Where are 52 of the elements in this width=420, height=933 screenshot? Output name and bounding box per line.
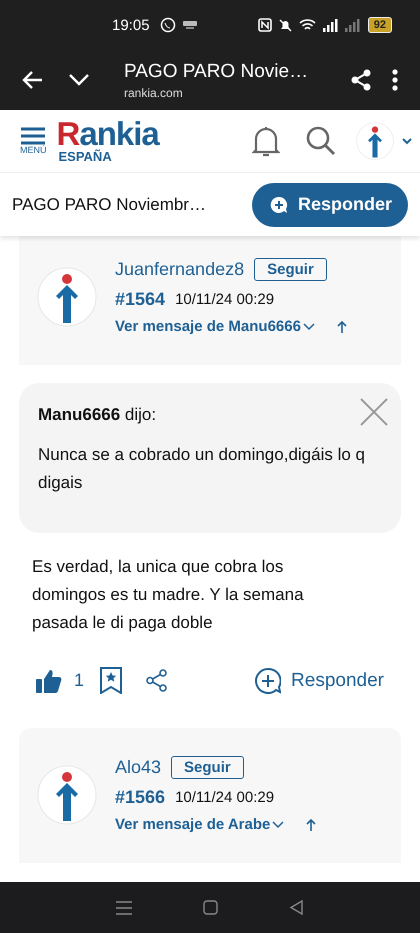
quote-header: Manu6666 dijo: xyxy=(38,405,158,425)
up-arrow-icon[interactable] xyxy=(306,818,316,831)
reply-button[interactable]: Responder xyxy=(252,182,408,226)
thread-title: PAGO PARO Noviembr… xyxy=(12,194,207,214)
page-url: rankia.com xyxy=(124,86,184,100)
home-icon[interactable] xyxy=(202,900,218,915)
status-time: 19:05 xyxy=(112,16,150,34)
chevron-down-icon[interactable] xyxy=(272,820,284,828)
chevron-down-icon[interactable] xyxy=(302,322,315,330)
chat-bubble-icon xyxy=(160,17,176,33)
add-comment-icon[interactable] xyxy=(270,196,288,214)
share-icon[interactable] xyxy=(350,69,372,91)
site-logo[interactable]: Rankia xyxy=(56,118,159,148)
post-date: 10/11/24 00:29 xyxy=(175,789,274,806)
follow-button[interactable]: Seguir xyxy=(254,258,327,281)
reply-button[interactable]: Responder xyxy=(255,668,384,694)
mute-bell-icon xyxy=(278,18,293,32)
bell-icon[interactable] xyxy=(252,124,280,158)
wifi-icon xyxy=(298,18,316,32)
avatar-icon[interactable] xyxy=(356,122,394,160)
follow-button[interactable]: Seguir xyxy=(171,756,244,779)
post-number[interactable]: #1566 xyxy=(115,787,166,808)
avatar-icon[interactable] xyxy=(37,764,97,824)
avatar-icon[interactable] xyxy=(37,266,97,326)
share-icon[interactable] xyxy=(145,669,168,692)
post-text: Es verdad, la unica que cobra los domingos es tu madre. Y la semana pasada le di paga doble xyxy=(32,556,305,634)
back-icon[interactable] xyxy=(289,900,304,915)
author-name[interactable]: Alo43 xyxy=(115,757,162,778)
back-arrow-icon[interactable] xyxy=(22,69,44,91)
battery-level: 92 xyxy=(368,17,392,33)
like-count: 1 xyxy=(74,670,84,691)
nfc-icon xyxy=(258,18,272,32)
menu-button[interactable]: MENÚ xyxy=(20,127,46,155)
reply-to-link[interactable]: Ver mensaje de Arabe xyxy=(115,816,270,833)
bookmark-star-icon[interactable] xyxy=(100,667,122,694)
reply-to-link[interactable]: Ver mensaje de Manu6666 xyxy=(115,318,301,335)
close-icon[interactable] xyxy=(360,398,388,426)
page-title: PAGO PARO Novie… xyxy=(124,60,310,82)
post-number[interactable]: #1564 xyxy=(115,289,166,310)
author-name[interactable]: Juanfernandez8 xyxy=(115,259,244,280)
more-options-icon[interactable] xyxy=(392,69,398,91)
caret-icon[interactable] xyxy=(402,137,412,145)
up-arrow-icon[interactable] xyxy=(336,320,347,333)
signal-icon xyxy=(322,18,338,32)
post-date: 10/11/24 00:29 xyxy=(175,291,274,308)
signal-icon xyxy=(344,18,360,32)
search-icon[interactable] xyxy=(306,126,336,156)
recent-apps-icon[interactable] xyxy=(116,900,132,914)
add-comment-icon[interactable] xyxy=(255,668,282,694)
site-region: ESPAÑA xyxy=(58,148,113,164)
thumbs-up-icon[interactable] xyxy=(36,668,62,694)
quote-text: Nunca se a cobrado un domingo,digáis lo q digais xyxy=(38,444,366,494)
